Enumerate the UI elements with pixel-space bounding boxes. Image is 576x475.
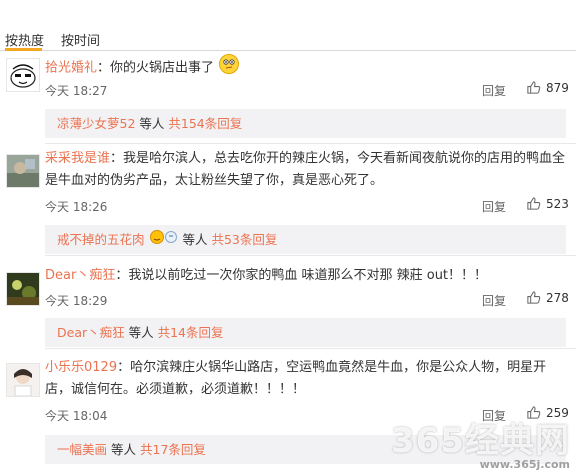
timestamp: 今天 18:26 [45, 200, 108, 214]
emoji-icon [149, 226, 179, 255]
avatar[interactable] [6, 58, 40, 92]
username-link[interactable]: 小乐乐0129 [45, 360, 117, 375]
replies-summary[interactable]: 凉薄少女萝52 等人 共154条回复 [45, 109, 566, 138]
username-link[interactable]: 采采我是谁 [45, 151, 110, 166]
divider [45, 143, 576, 144]
sort-by-time-tab[interactable]: 按时间 [61, 30, 100, 49]
like-count: 523 [546, 196, 569, 211]
reply-user[interactable]: 一幅美画 [57, 442, 107, 457]
comment-text: 我是哈尔滨人，总去吃你开的辣庄火锅，今天看新闻夜航说你的店用的鸭血全是牛血对的伪… [45, 151, 566, 188]
like-button[interactable]: 879 [526, 80, 569, 95]
comment-content: 小乐乐0129：哈尔滨辣庄火锅华山路店，空运鸭血竟然是牛血，你是公众人物，明星开… [45, 360, 547, 397]
active-tab-indicator [5, 48, 42, 51]
like-count: 879 [546, 80, 569, 95]
replies-summary[interactable]: 戒不掉的五花肉 等人 共53条回复 [45, 225, 566, 254]
sort-divider [0, 50, 576, 51]
like-button[interactable]: 259 [526, 405, 569, 420]
thumbs-up-icon [527, 406, 541, 419]
comment-text: 我说以前吃过一次你家的鸭血 味道那么不对那 辣莊 out！！！ [128, 268, 488, 283]
comment-text: 你的火锅店出事了 [110, 60, 215, 76]
timestamp: 今天 18:29 [45, 294, 108, 308]
reply-button[interactable]: 回复 [482, 198, 506, 215]
reply-button[interactable]: 回复 [482, 292, 506, 309]
replies-summary[interactable]: Dear丶痴狂 等人 共14条回复 [45, 318, 566, 347]
comment-content: 采采我是谁：我是哈尔滨人，总去吃你开的辣庄火锅，今天看新闻夜航说你的店用的鸭血全… [45, 151, 566, 188]
view-replies-link[interactable]: 共14条回复 [158, 325, 224, 340]
username-link[interactable]: 拾光婚礼 [45, 61, 97, 76]
emoji-think-icon [218, 53, 240, 83]
reply-user[interactable]: 戒不掉的五花肉 [57, 232, 145, 247]
sort-bar: 按热度 按时间 [0, 0, 576, 52]
site-watermark: 365经典网 www.365j.com [391, 421, 570, 471]
reply-user[interactable]: Dear丶痴狂 [57, 325, 125, 340]
sort-by-hot-tab[interactable]: 按热度 [5, 30, 44, 49]
username-link[interactable]: Dear丶痴狂 [45, 268, 115, 283]
avatar[interactable] [6, 272, 40, 306]
like-button[interactable]: 278 [526, 290, 569, 305]
thumbs-up-icon [527, 291, 541, 304]
comment-item: 拾光婚礼：你的火锅店出事了 今天 18:27 回复 879 凉薄少女萝52 等人… [0, 52, 576, 145]
thumbs-up-icon [527, 197, 541, 210]
timestamp: 今天 18:27 [45, 84, 108, 98]
like-count: 278 [546, 290, 569, 305]
thumbs-up-icon [527, 81, 541, 94]
comment-item: Dear丶痴狂：我说以前吃过一次你家的鸭血 味道那么不对那 辣莊 out！！！ … [0, 255, 576, 349]
avatar[interactable] [6, 363, 40, 397]
view-replies-link[interactable]: 共53条回复 [211, 232, 277, 247]
view-replies-link[interactable]: 共17条回复 [140, 442, 206, 457]
reply-user[interactable]: 凉薄少女萝52 [57, 116, 135, 131]
comment-content: 拾光婚礼：你的火锅店出事了 [45, 53, 566, 83]
comment-content: Dear丶痴狂：我说以前吃过一次你家的鸭血 味道那么不对那 辣莊 out！！！ [45, 268, 488, 283]
avatar[interactable] [6, 154, 40, 188]
reply-button[interactable]: 回复 [482, 82, 506, 99]
view-replies-link[interactable]: 共154条回复 [168, 116, 242, 131]
like-button[interactable]: 523 [526, 196, 569, 211]
like-count: 259 [546, 405, 569, 420]
comment-item: 采采我是谁：我是哈尔滨人，总去吃你开的辣庄火锅，今天看新闻夜航说你的店用的鸭血全… [0, 145, 576, 256]
timestamp: 今天 18:04 [45, 409, 108, 423]
